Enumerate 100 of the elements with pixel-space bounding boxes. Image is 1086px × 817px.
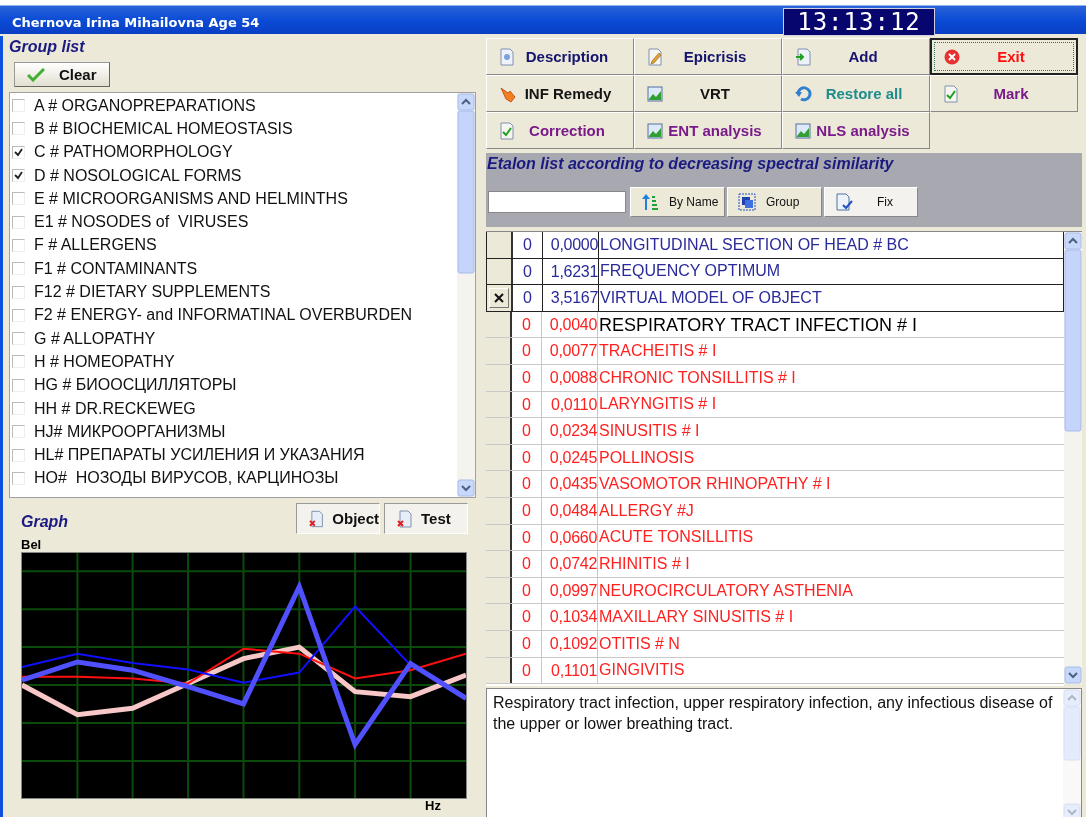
checkbox[interactable]	[12, 169, 25, 183]
checkbox[interactable]	[12, 145, 25, 159]
action-button[interactable]: Mark	[930, 75, 1078, 112]
checked-document-icon	[499, 121, 515, 140]
etalon-row[interactable]: 0 0,0077TRACHEITIS # I	[486, 338, 1064, 365]
action-button[interactable]: Description	[486, 38, 634, 75]
checkbox[interactable]	[12, 448, 25, 462]
group-item[interactable]: HO# НОЗОДЫ ВИРУСОВ, КАРЦИНОЗЫ	[10, 466, 457, 491]
etalon-row[interactable]: 0 0,0234SINUSITIS # I	[486, 418, 1064, 445]
axis-label: Bel	[21, 537, 42, 552]
etalon-row[interactable]: 0 0,0997NEUROCIRCULATORY ASTHENIA	[486, 577, 1064, 605]
group-item[interactable]: F # ALLERGENS	[10, 233, 457, 258]
group-item[interactable]: B # BIOCHEMICAL HOMEOSTASIS	[10, 117, 457, 141]
group-item[interactable]: HJ# МИКРООРГАНИЗМЫ	[10, 420, 457, 444]
scrollbar[interactable]	[1064, 232, 1082, 684]
etalon-row[interactable]: 0 0,0245POLLINOSIS	[486, 444, 1064, 472]
checkbox[interactable]	[12, 122, 25, 136]
group-item[interactable]: G # ALLOPATHY	[10, 326, 457, 351]
checkbox[interactable]	[12, 425, 25, 439]
table-cell-text: NEUROCIRCULATORY ASTHENIA	[598, 580, 854, 601]
table-cell: 0,0660	[542, 524, 598, 551]
etalon-row[interactable]: 0 0,0742RHINITIS # I	[486, 551, 1064, 578]
etalon-row[interactable]: 0 0,0088CHRONIC TONSILLITIS # I	[486, 364, 1064, 392]
table-cell-text: LARYNGITIS # I	[598, 394, 718, 415]
mark-indicator[interactable]	[489, 288, 509, 308]
close-icon	[944, 48, 960, 65]
checkbox[interactable]	[12, 215, 25, 229]
group-item[interactable]: A # ORGANOPREPARATIONS	[10, 94, 457, 118]
table-cell: 0,0110	[542, 391, 598, 418]
group-item[interactable]: C # PATHOMORPHOLOGY	[10, 140, 457, 164]
table-cell-text: MAXILLARY SINUSITIS # I	[598, 607, 795, 628]
etalon-row[interactable]: 0 0,1034MAXILLARY SINUSITIS # I	[486, 604, 1064, 631]
etalon-row[interactable]: 0 0,0435VASOMOTOR RHINOPATHY # I	[486, 471, 1064, 498]
group-item[interactable]: E # MICROORGANISMS AND HELMINTHS	[10, 187, 457, 211]
group-item[interactable]: HL# ПРЕПАРАТЫ УСИЛЕНИЯ И УКАЗАНИЯ	[10, 443, 457, 467]
action-button[interactable]: VRT	[634, 75, 782, 112]
action-button[interactable]: Epicrisis	[634, 38, 782, 75]
etalon-row[interactable]: 0 1,6231FREQUENCY OPTIMUM	[486, 258, 1064, 286]
checkbox[interactable]	[12, 471, 25, 485]
etalon-row[interactable]: 0 0,1092OTITIS # N	[486, 630, 1064, 658]
checkbox[interactable]	[12, 308, 25, 322]
checkbox[interactable]	[12, 192, 25, 206]
table-cell: 0,0234	[542, 418, 598, 444]
table-cell: 0	[512, 630, 542, 657]
graph-toggle-button[interactable]: Object	[296, 503, 380, 534]
table-cell: 0,0077	[542, 338, 598, 364]
search-field[interactable]	[488, 191, 626, 213]
window-title: Chernova Irina Mihailovna Age 54	[11, 15, 261, 32]
etalon-row[interactable]: 0 0,0110LARYNGITIS # I	[486, 391, 1064, 419]
action-button[interactable]: Add	[782, 38, 930, 75]
checkbox[interactable]	[12, 99, 25, 113]
etalon-row[interactable]: 0 0,0040RESPIRATORY TRACT INFECTION # I	[486, 311, 1064, 339]
sort-button[interactable]: Fix	[824, 187, 918, 217]
table-cell: 0	[512, 577, 542, 604]
checkbox[interactable]	[12, 332, 25, 346]
group-item[interactable]: F2 # ENERGY- and INFORMATINAL OVERBURDEN	[10, 303, 457, 327]
checkbox[interactable]	[12, 238, 25, 252]
table-cell: 0	[512, 471, 542, 497]
table-cell: 0	[512, 497, 542, 524]
checkbox[interactable]	[12, 378, 25, 392]
table-cell: 0	[512, 551, 542, 577]
group-item[interactable]: HG # БИООСЦИЛЛЯТОРЫ	[10, 373, 457, 397]
group-item[interactable]: HH # DR.RECKEWEG	[10, 396, 457, 421]
scrollbar[interactable]	[457, 93, 475, 497]
description-text: Respiratory tract infection, upper respiratory infection, any infectious disease of the upper or lower breathing tract.	[492, 693, 1054, 734]
table-cell-text: VASOMOTOR RHINOPATHY # I	[598, 474, 832, 495]
sort-button[interactable]: Group	[727, 187, 822, 217]
group-item[interactable]: E1 # NOSODES of VIRUSES	[10, 210, 457, 234]
checkbox[interactable]	[12, 355, 25, 369]
etalon-row[interactable]: 0 0,0000LONGITUDINAL SECTION OF HEAD # BC	[486, 232, 1064, 259]
table-cell: 0,0040	[542, 311, 598, 338]
table-cell: 0,1034	[542, 604, 598, 630]
group-item[interactable]: F1 # CONTAMINANTS	[10, 257, 457, 281]
table-cell: 0	[512, 418, 542, 444]
table-cell: 0	[512, 391, 542, 418]
checkbox[interactable]	[12, 285, 25, 299]
scrollbar[interactable]	[1063, 689, 1081, 817]
etalon-row[interactable]: 0 0,1101GINGIVITIS	[486, 657, 1064, 685]
table-cell: 0,0742	[542, 551, 598, 577]
etalon-row[interactable]: 0 3,5167VIRTUAL MODEL OF OBJECT	[486, 285, 1064, 312]
group-item[interactable]: H # HOMEOPATHY	[10, 350, 457, 374]
table-cell: 0,0088	[542, 364, 598, 391]
table-cell: 0	[512, 311, 542, 338]
action-button[interactable]: NLS analysis	[782, 112, 930, 149]
group-item[interactable]: F12 # DIETARY SUPPLEMENTS	[10, 280, 457, 304]
checkbox[interactable]	[12, 402, 25, 415]
graph-toggle-button[interactable]: Test	[384, 503, 468, 534]
group-item[interactable]: D # NOSOLOGICAL FORMS	[10, 163, 457, 188]
action-button[interactable]: INF Remedy	[486, 75, 634, 112]
import-document-icon	[795, 47, 811, 66]
etalon-row[interactable]: 0 0,0484ALLERGY #J	[486, 497, 1064, 525]
action-button[interactable]: ENT analysis	[634, 112, 782, 149]
sort-button[interactable]: By Name	[630, 187, 725, 217]
clear-button[interactable]: Clear	[14, 62, 110, 87]
checkbox[interactable]	[12, 262, 25, 276]
table-cell-text: RESPIRATORY TRACT INFECTION # I	[598, 313, 919, 337]
table-cell-text: RHINITIS # I	[598, 553, 691, 574]
action-button[interactable]: Correction	[486, 112, 634, 149]
table-cell-text: TRACHEITIS # I	[598, 341, 718, 362]
etalon-row[interactable]: 0 0,0660ACUTE TONSILLITIS	[486, 524, 1064, 552]
